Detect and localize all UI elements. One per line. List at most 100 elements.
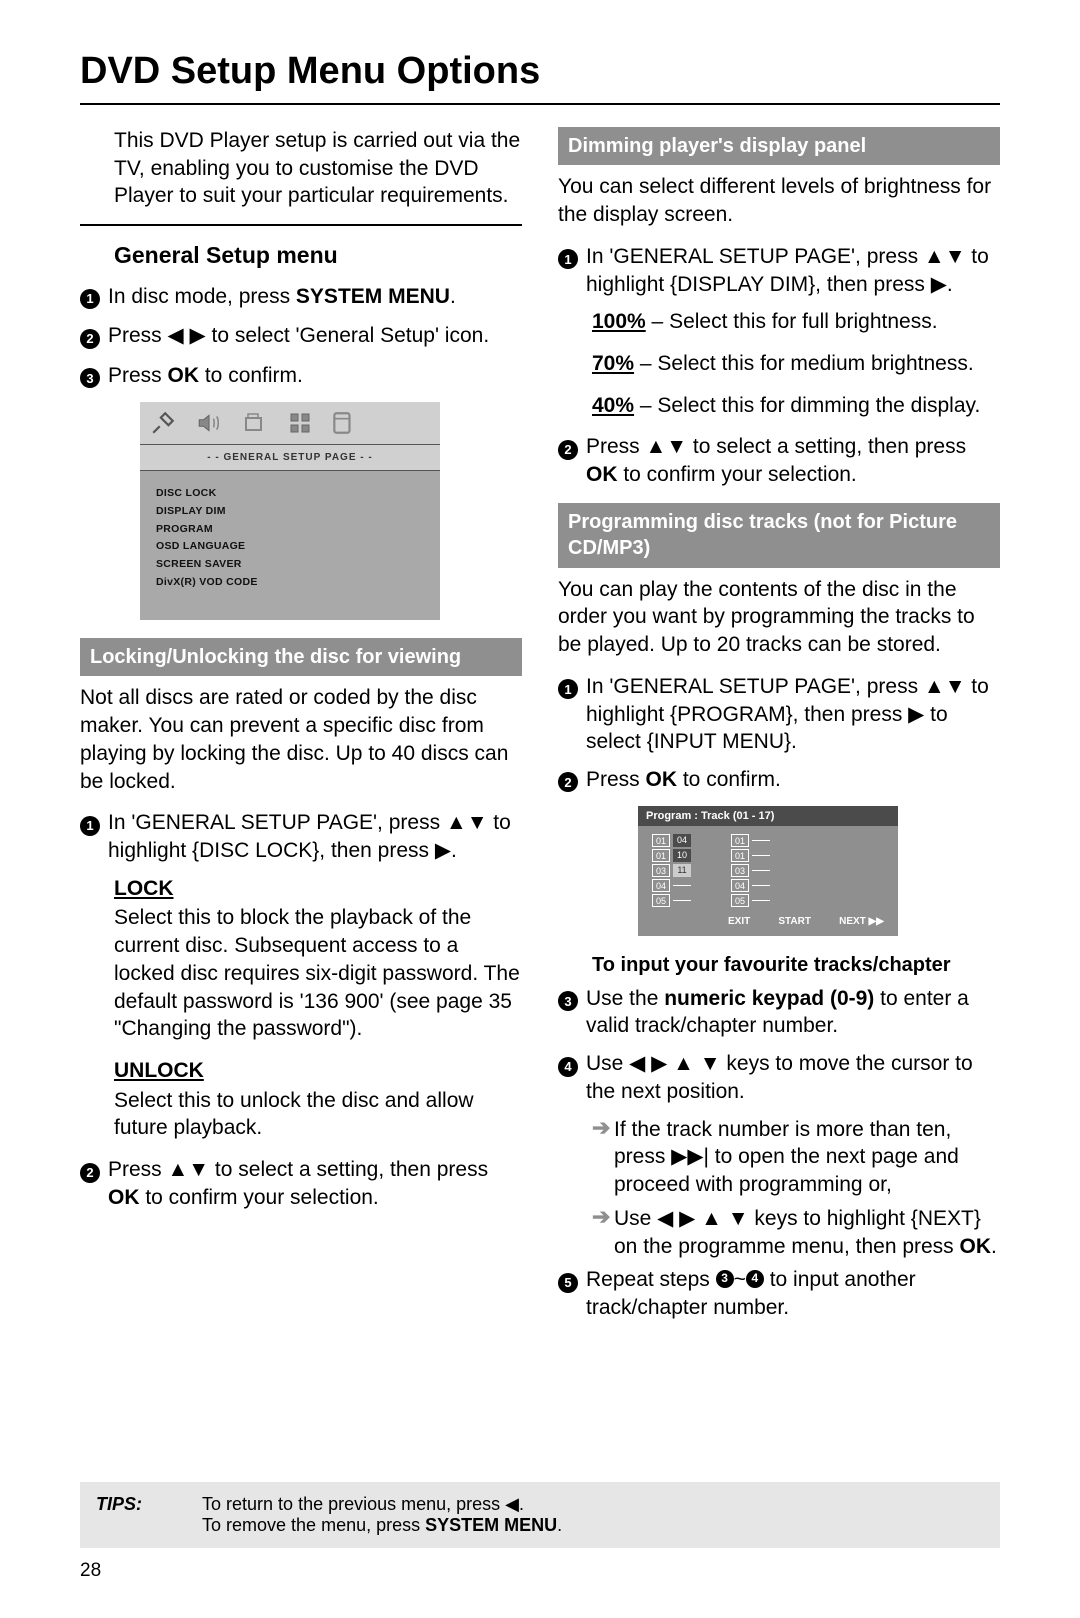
- prog-s2c: to confirm.: [677, 768, 781, 791]
- osd2-footer: EXIT START NEXT ▶▶: [638, 911, 898, 932]
- step-number-3: 3: [558, 991, 578, 1011]
- prog-sub1-text: If the track number is more than ten, pr…: [614, 1116, 1000, 1199]
- prog-s5a: Repeat steps: [586, 1268, 716, 1291]
- tips-label: TIPS:: [96, 1494, 142, 1536]
- step-number-1: 1: [558, 249, 578, 269]
- osd-tabs: [140, 402, 440, 444]
- inline-step-4: 4: [746, 1270, 764, 1288]
- gs-step-3: 3 Press OK to confirm.: [80, 362, 522, 392]
- prog-sub-2: ➔ Use ◀ ▶ ▲ ▼ keys to highlight {NEXT} o…: [592, 1205, 1000, 1260]
- step-number-1: 1: [558, 679, 578, 699]
- step-number-2: 2: [558, 772, 578, 792]
- step-number-2: 2: [80, 1163, 100, 1183]
- input-heading: To input your favourite tracks/chapter: [592, 952, 1000, 978]
- dimming-intro: You can select different levels of brigh…: [558, 173, 1000, 228]
- gs2-b: ◀ ▶: [168, 324, 206, 347]
- dim-s2c: to confirm your selection.: [618, 463, 857, 486]
- col-right: Dimming player's display panel You can s…: [558, 127, 1000, 1332]
- step-number-3: 3: [80, 368, 100, 388]
- osd-item: DISPLAY DIM: [156, 505, 424, 519]
- osd-header: - - GENERAL SETUP PAGE - -: [140, 444, 440, 471]
- osd-item: DISC LOCK: [156, 487, 424, 501]
- osd-item: SCREEN SAVER: [156, 558, 424, 572]
- col-left: This DVD Player setup is carried out via…: [80, 127, 522, 1332]
- prog-step-2: 2 Press OK to confirm.: [558, 766, 1000, 796]
- inline-step-3: 3: [716, 1270, 734, 1288]
- dim-40: 40% – Select this for dimming the displa…: [592, 392, 1000, 420]
- gs2-c: to select 'General Setup' icon.: [206, 324, 490, 347]
- lock-s2b: OK: [108, 1186, 140, 1209]
- prog-step-4: 4 Use ◀ ▶ ▲ ▼ keys to move the cursor to…: [558, 1050, 1000, 1105]
- tips-band: TIPS: To return to the previous menu, pr…: [80, 1482, 1000, 1548]
- osd-item: OSD LANGUAGE: [156, 540, 424, 554]
- dim-step-2: 2 Press ▲▼ to select a setting, then pre…: [558, 433, 1000, 488]
- page-icon: [330, 410, 356, 436]
- step-number-1: 1: [80, 289, 100, 309]
- title-rule: [80, 103, 1000, 105]
- prog-step-5: 5 Repeat steps 3~4 to input another trac…: [558, 1266, 1000, 1321]
- osd-general-setup: - - GENERAL SETUP PAGE - - DISC LOCK DIS…: [140, 402, 440, 620]
- columns: This DVD Player setup is carried out via…: [80, 127, 1000, 1332]
- step-number-1: 1: [80, 816, 100, 836]
- step-number-2: 2: [558, 440, 578, 460]
- lock-step-2: 2 Press ▲▼ to select a setting, then pre…: [80, 1156, 522, 1211]
- gs-step-2: 2 Press ◀ ▶ to select 'General Setup' ic…: [80, 322, 522, 352]
- tools-icon: [150, 410, 176, 436]
- locking-intro: Not all discs are rated or coded by the …: [80, 684, 522, 795]
- gs-step-1: 1 In disc mode, press SYSTEM MENU.: [80, 283, 522, 313]
- speaker-icon: [194, 410, 224, 436]
- arrow-icon: ➔: [592, 1205, 614, 1260]
- prog-s2a: Press: [586, 768, 646, 791]
- tips-text: To return to the previous menu, press ◀.…: [202, 1494, 562, 1536]
- programming-heading: Programming disc tracks (not for Picture…: [558, 503, 1000, 568]
- gs1-b: SYSTEM MENU: [296, 285, 450, 308]
- gs3-b: OK: [168, 364, 200, 387]
- prog-sub2b: OK: [960, 1235, 992, 1258]
- locking-heading: Locking/Unlocking the disc for viewing: [80, 638, 522, 676]
- dimming-heading: Dimming player's display panel: [558, 127, 1000, 165]
- lock-text: Select this to block the playback of the…: [114, 904, 522, 1043]
- gs2-a: Press: [108, 324, 168, 347]
- step-number-2: 2: [80, 329, 100, 349]
- osd-item: DivX(R) VOD CODE: [156, 576, 424, 590]
- osd2-title: Program : Track (01 - 17): [638, 806, 898, 827]
- gs1-c: .: [450, 285, 456, 308]
- prog-sub2c: .: [991, 1235, 997, 1258]
- lock-label: LOCK: [114, 875, 522, 903]
- osd-item: PROGRAM: [156, 523, 424, 537]
- prog-s2b: OK: [646, 768, 678, 791]
- prog-s3b: numeric keypad (0-9): [664, 987, 874, 1010]
- prog-s4: Use ◀ ▶ ▲ ▼ keys to move the cursor to t…: [586, 1050, 1000, 1105]
- osd2-grid: 0104 0110 0311 04 05 01 01 03 04 05: [638, 826, 898, 911]
- dim-s2b: OK: [586, 463, 618, 486]
- prog-s3a: Use the: [586, 987, 664, 1010]
- gs1-a: In disc mode, press: [108, 285, 296, 308]
- prog-s5b: ~: [734, 1268, 746, 1291]
- osd-body: DISC LOCK DISPLAY DIM PROGRAM OSD LANGUA…: [140, 471, 440, 620]
- dim-s1: In 'GENERAL SETUP PAGE', press ▲▼ to hig…: [586, 243, 1000, 298]
- prog-sub-1: ➔ If the track number is more than ten, …: [592, 1116, 1000, 1199]
- arrow-icon: ➔: [592, 1116, 614, 1199]
- dim-step-1: 1 In 'GENERAL SETUP PAGE', press ▲▼ to h…: [558, 243, 1000, 298]
- page-title: DVD Setup Menu Options: [80, 50, 1000, 93]
- prog-sub2a: Use ◀ ▶ ▲ ▼ keys to highlight {NEXT} on …: [614, 1207, 981, 1258]
- lock-s2a: Press ▲▼ to select a setting, then press: [108, 1158, 488, 1181]
- intro-text: This DVD Player setup is carried out via…: [114, 127, 522, 210]
- gs3-c: to confirm.: [199, 364, 303, 387]
- lock-s1: In 'GENERAL SETUP PAGE', press ▲▼ to hig…: [108, 809, 522, 864]
- lock-s2c: to confirm your selection.: [140, 1186, 379, 1209]
- dim-s2a: Press ▲▼ to select a setting, then press: [586, 435, 966, 458]
- dim-70: 70% – Select this for medium brightness.: [592, 350, 1000, 378]
- general-setup-heading: General Setup menu: [114, 240, 522, 270]
- prog-step-1: 1 In 'GENERAL SETUP PAGE', press ▲▼ to h…: [558, 673, 1000, 756]
- osd2-col-left: 0104 0110 0311 04 05: [652, 832, 691, 909]
- osd-program: Program : Track (01 - 17) 0104 0110 0311…: [638, 806, 898, 937]
- osd2-col-right: 01 01 03 04 05: [731, 832, 770, 909]
- prog-s1: In 'GENERAL SETUP PAGE', press ▲▼ to hig…: [586, 673, 1000, 756]
- lock-step-1: 1 In 'GENERAL SETUP PAGE', press ▲▼ to h…: [80, 809, 522, 864]
- gs3-a: Press: [108, 364, 168, 387]
- unlock-label: UNLOCK: [114, 1057, 522, 1085]
- step-number-5: 5: [558, 1273, 578, 1293]
- page-number: 28: [80, 1560, 101, 1582]
- dim-100: 100% – Select this for full brightness.: [592, 308, 1000, 336]
